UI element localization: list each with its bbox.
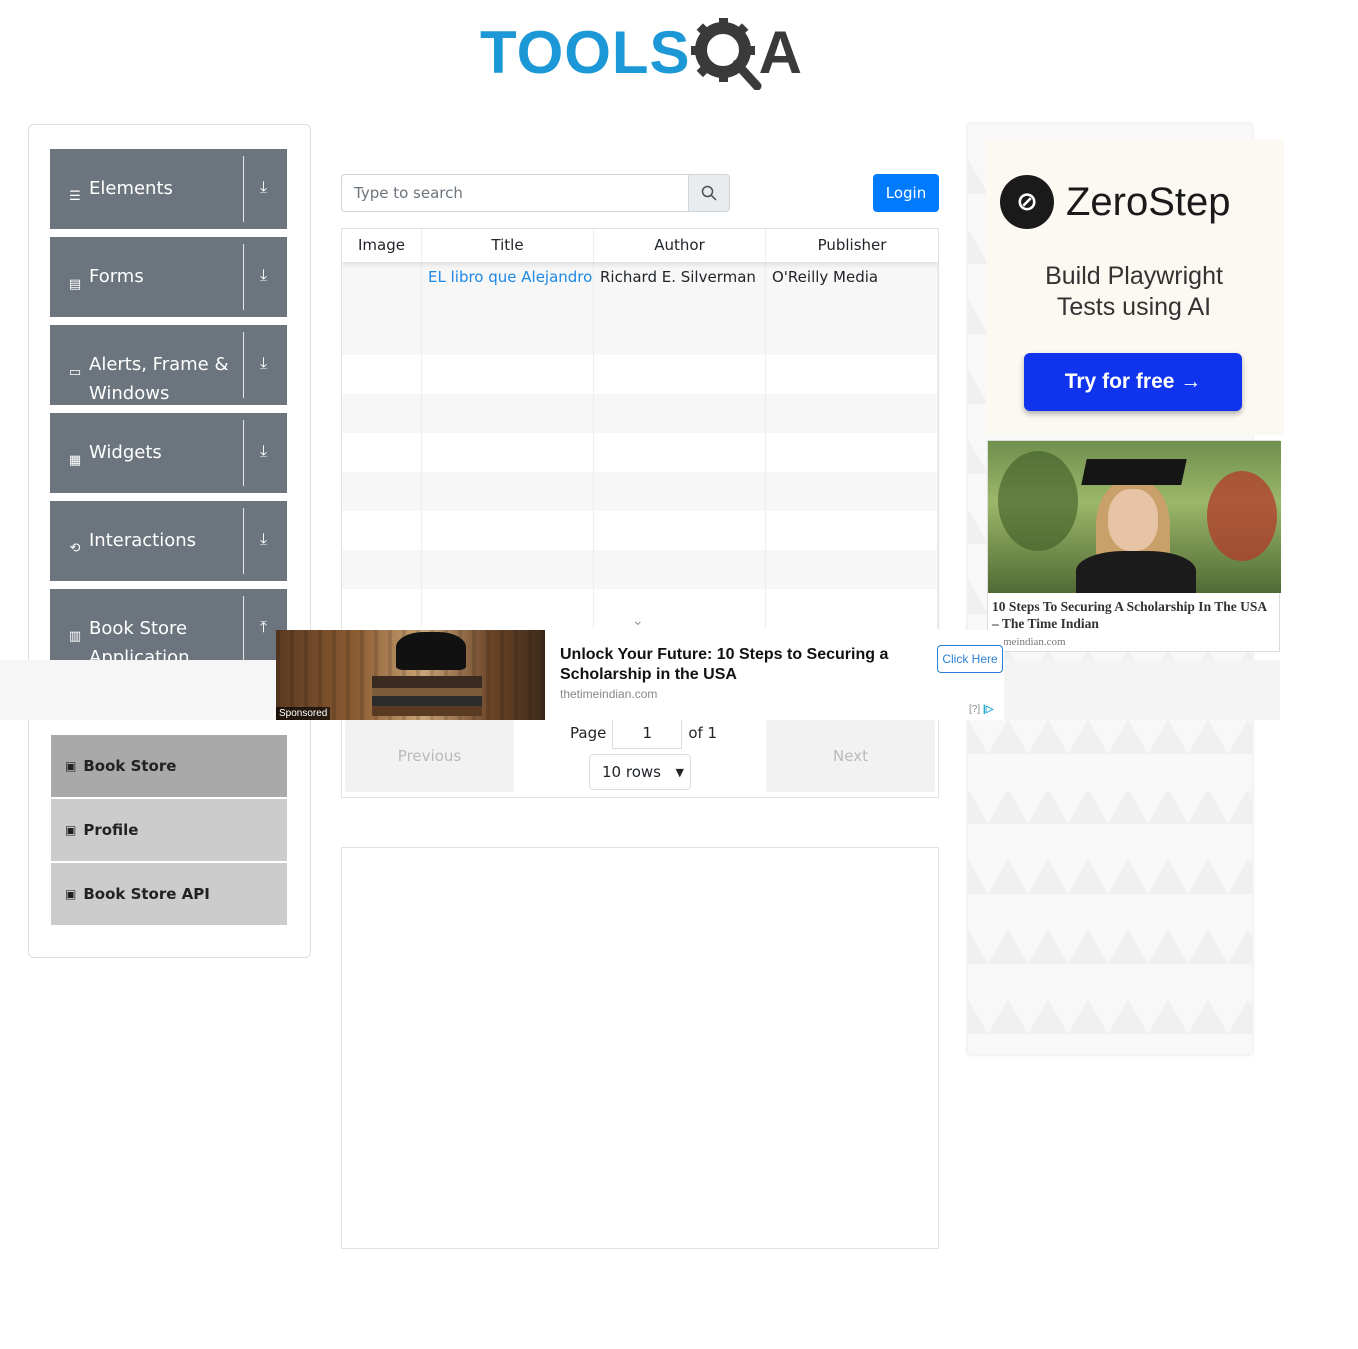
previous-button[interactable]: Previous <box>345 720 514 792</box>
adchoice-label: [?] <box>969 704 981 715</box>
chevron-down-icon: ⌄ <box>632 613 644 629</box>
table-row-empty <box>342 472 938 511</box>
left-panel: ☰ Elements ⤓ ▤ Forms ⤓ ▭ Alerts, Frame & Wi… <box>28 124 311 958</box>
search-icon <box>701 185 717 201</box>
interactions-icon: ⟲ <box>69 541 81 556</box>
form-icon: ▤ <box>68 277 82 292</box>
column-header-title[interactable]: Title <box>422 229 594 262</box>
expand-down-icon[interactable]: ⤓ <box>260 529 267 549</box>
books-icon: ▥ <box>68 629 82 644</box>
zerostep-tagline-line1: Build Playwright <box>1045 262 1223 290</box>
empty-content-frame <box>341 847 939 1249</box>
group-elements[interactable]: ☰ Elements ⤓ <box>50 149 287 229</box>
expand-down-icon[interactable]: ⤓ <box>260 177 267 197</box>
sidebar-item-label: Book Store API <box>83 885 210 903</box>
rows-per-page-value: 10 rows <box>602 763 661 781</box>
zerostep-tagline-line2: Tests using AI <box>1056 293 1212 321</box>
sponsored-label: Sponsored <box>276 707 331 720</box>
book-publisher: O'Reilly Media <box>766 262 938 355</box>
group-label: Widgets <box>89 442 162 463</box>
expand-down-icon[interactable]: ⤓ <box>260 441 267 461</box>
logo-qa-text: A <box>690 16 802 90</box>
zerostep-brand: ZeroStep <box>1066 179 1231 224</box>
book-title-link[interactable]: EL libro que Alejandro r <box>422 262 594 355</box>
group-label: Interactions <box>89 530 197 551</box>
group-alerts[interactable]: ▭ Alerts, Frame & Windows ⤓ <box>50 325 287 405</box>
logo-tools-text: TOOLS <box>480 19 691 86</box>
table-header: Image Title Author Publisher <box>342 229 938 262</box>
zerostep-logo: ⊘ ZeroStep <box>1000 175 1231 229</box>
search-input[interactable] <box>341 174 688 212</box>
sidebar-item-label: Profile <box>83 821 139 839</box>
toolsqa-logo[interactable]: TOOLS A <box>480 14 810 92</box>
widgets-icon: ▦ <box>68 453 82 468</box>
book-author: Richard E. Silverman <box>594 262 766 355</box>
column-header-author[interactable]: Author <box>594 229 766 262</box>
table-row: EL libro que Alejandro r Richard E. Silv… <box>342 262 938 355</box>
html5-icon: ▣ <box>65 823 77 837</box>
column-header-image[interactable]: Image <box>342 229 422 262</box>
window-icon: ▭ <box>68 365 82 380</box>
group-book-store-application[interactable]: ▥ Book Store Application ⤒ <box>50 589 287 661</box>
page-total: of 1 <box>688 724 718 742</box>
graduate-photo <box>988 441 1281 593</box>
html5-icon: ▣ <box>65 887 77 901</box>
table-row-empty <box>342 511 938 550</box>
scholarship-ad-card[interactable]: 10 Steps To Securing A Scholarship In Th… <box>987 440 1281 652</box>
ad-spacer <box>0 660 276 720</box>
table-row-empty <box>342 433 938 472</box>
scholarship-ad-title: 10 Steps To Securing A Scholarship In Th… <box>992 599 1267 631</box>
expand-down-icon[interactable]: ⤓ <box>260 265 267 285</box>
zerostep-tagline: Build Playwright Tests using AI <box>986 261 1282 323</box>
sponsored-banner[interactable]: Sponsored Unlock Your Future: 10 Steps t… <box>276 630 1004 720</box>
pagination: Previous Page 1 of 1 10 rows ▼ Next <box>341 717 939 798</box>
ad-spacer <box>1004 660 1280 720</box>
page-info: Page 1 of 1 <box>570 717 718 749</box>
table-row-empty <box>342 394 938 433</box>
group-label: Book Store Application <box>89 618 190 661</box>
next-button[interactable]: Next <box>766 720 935 792</box>
zerostep-logo-icon: ⊘ <box>1000 175 1054 229</box>
group-label: Alerts, Frame & Windows <box>89 354 229 404</box>
chevron-down-icon: ▼ <box>675 765 684 779</box>
sidebar-item-profile[interactable]: ▣ Profile <box>51 799 287 861</box>
login-button[interactable]: Login <box>873 174 939 212</box>
search-box <box>341 174 730 212</box>
sidebar-item-book-store[interactable]: ▣ Book Store <box>51 735 287 797</box>
page-label: Page <box>570 724 607 742</box>
zerostep-ad[interactable]: ⊘ ZeroStep Build Playwright Tests using … <box>986 139 1284 435</box>
scholarship-ad-source: etimeindian.com <box>992 636 1066 648</box>
sidebar-item-book-store-api[interactable]: ▣ Book Store API <box>51 863 287 925</box>
collapse-up-icon[interactable]: ⤒ <box>260 617 267 637</box>
group-interactions[interactable]: ⟲ Interactions ⤓ <box>50 501 287 581</box>
group-label: Elements <box>89 178 173 199</box>
rows-per-page-select[interactable]: 10 rows ▼ <box>589 754 691 790</box>
banner-title[interactable]: Unlock Your Future: 10 Steps to Securing… <box>560 645 910 685</box>
gear-magnifier-icon <box>690 18 762 90</box>
book-image <box>342 262 422 355</box>
menu-icon: ☰ <box>69 189 81 204</box>
group-label: Forms <box>89 266 144 287</box>
try-for-free-button[interactable]: Try for free → <box>1024 353 1242 411</box>
expand-down-icon[interactable]: ⤓ <box>260 353 267 373</box>
sidebar-item-label: Book Store <box>83 757 177 775</box>
html5-icon: ▣ <box>65 759 77 773</box>
group-widgets[interactable]: ▦ Widgets ⤓ <box>50 413 287 493</box>
group-forms[interactable]: ▤ Forms ⤓ <box>50 237 287 317</box>
banner-photo: Sponsored <box>276 630 545 720</box>
click-here-button[interactable]: Click Here <box>937 645 1003 673</box>
column-header-publisher[interactable]: Publisher <box>766 229 938 262</box>
banner-source: thetimeindian.com <box>560 687 658 701</box>
search-button[interactable] <box>688 174 730 212</box>
table-row-empty <box>342 550 938 589</box>
page-jump-input[interactable]: 1 <box>612 717 683 749</box>
adchoices-icon[interactable]: [?] |▷ <box>969 704 993 715</box>
table-row-empty <box>342 355 938 394</box>
